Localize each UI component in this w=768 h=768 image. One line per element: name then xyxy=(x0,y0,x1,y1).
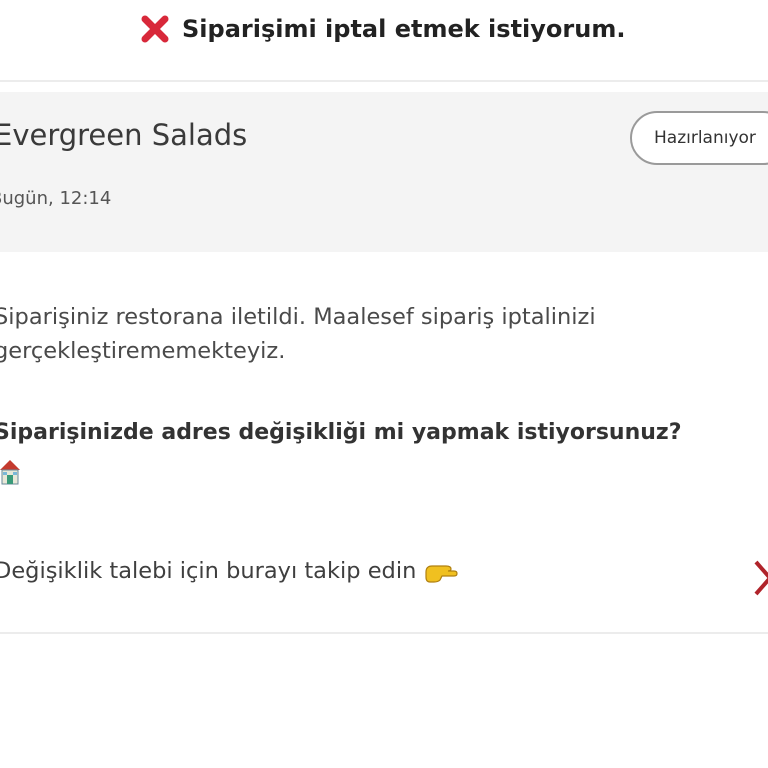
page: ‹ Siparişimi iptal etmek istiyorum. Ever… xyxy=(0,0,768,768)
address-change-question: Siparişinizde adres değişikliği mi yapma… xyxy=(0,420,682,445)
change-request-link-label: Değişiklik talebi için burayı takip edin xyxy=(0,558,417,584)
page-title: Siparişimi iptal etmek istiyorum. xyxy=(182,15,626,43)
link-text-group: Değişiklik talebi için burayı takip edin xyxy=(0,558,458,584)
cancellation-message: Siparişiniz restorana iletildi. Maalesef… xyxy=(0,304,596,364)
header: ‹ Siparişimi iptal etmek istiyorum. xyxy=(0,0,768,82)
header-title-group: Siparişimi iptal etmek istiyorum. xyxy=(140,12,625,46)
pointing-hand-icon xyxy=(425,565,458,583)
chevron-right-icon[interactable] xyxy=(752,558,768,598)
cross-mark-icon xyxy=(141,15,169,43)
status-badge: Hazırlanıyor xyxy=(630,111,768,165)
house-icon xyxy=(0,460,20,485)
back-chevron-icon[interactable]: ‹ xyxy=(0,14,8,40)
order-time: Bugün, 12:14 xyxy=(0,188,112,209)
change-request-link[interactable]: Değişiklik talebi için burayı takip edin xyxy=(0,540,768,634)
restaurant-name: Evergreen Salads xyxy=(0,118,248,152)
